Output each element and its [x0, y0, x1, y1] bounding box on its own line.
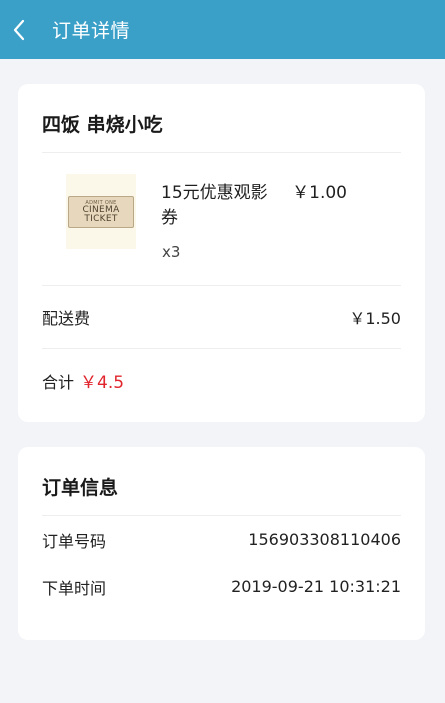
- product-thumbnail: ADMIT ONE CINEMA TICKET: [66, 174, 136, 249]
- shop-order-card: 四饭 串烧小吃 ADMIT ONE CINEMA TICKET 15元优惠观影券…: [18, 84, 425, 422]
- total-label: 合计: [42, 372, 75, 392]
- total-row: 合计 ￥4.5: [42, 349, 401, 411]
- order-info-card: 订单信息 订单号码 156903308110406 下单时间 2019-09-2…: [18, 447, 425, 640]
- delivery-fee-value: ￥1.50: [349, 309, 401, 328]
- order-number-row: 订单号码 156903308110406: [42, 516, 401, 563]
- ticket-ticket-text: TICKET: [84, 213, 118, 224]
- page-title: 订单详情: [52, 20, 131, 42]
- total-amount: ￥4.5: [80, 372, 125, 393]
- delivery-fee-row: 配送费 ￥1.50: [42, 286, 401, 349]
- product-item[interactable]: ADMIT ONE CINEMA TICKET 15元优惠观影券 ￥1.00 x…: [42, 153, 401, 286]
- order-number-label: 订单号码: [42, 531, 107, 551]
- order-time-row: 下单时间 2019-09-21 10:31:21: [42, 563, 401, 610]
- order-info-title: 订单信息: [42, 447, 401, 516]
- shop-name: 四饭 串烧小吃: [42, 84, 401, 153]
- order-time-value: 2019-09-21 10:31:21: [231, 577, 401, 596]
- product-price: ￥1.00: [292, 183, 347, 203]
- order-time-label: 下单时间: [42, 578, 107, 598]
- back-button[interactable]: [12, 0, 40, 59]
- top-bar: 订单详情: [0, 0, 445, 59]
- ticket-image: ADMIT ONE CINEMA TICKET: [68, 195, 134, 228]
- chevron-left-icon: [13, 19, 25, 40]
- product-quantity: x3: [162, 243, 181, 261]
- delivery-fee-label: 配送费: [42, 309, 91, 328]
- order-number-value: 156903308110406: [248, 530, 401, 549]
- product-name: 15元优惠观影券: [161, 183, 268, 228]
